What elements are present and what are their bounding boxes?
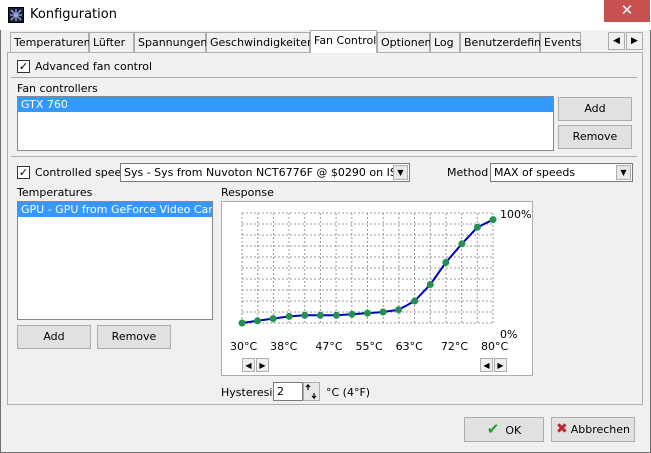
checkmark-icon: ✔ — [486, 420, 500, 438]
chevron-left-icon[interactable]: ◀ — [242, 358, 255, 372]
close-icon: ✖ — [555, 421, 568, 437]
close-button[interactable]: ✕ — [604, 0, 650, 22]
app-icon — [8, 7, 24, 23]
data-point[interactable] — [285, 312, 293, 320]
tab-spannungen[interactable]: Spannungen — [134, 32, 207, 52]
speed-source-select[interactable]: Sys - Sys from Nuvoton NCT6776F @ $0290 … — [120, 163, 410, 182]
data-point[interactable] — [473, 223, 481, 231]
data-point[interactable] — [379, 308, 387, 316]
chevron-right-icon[interactable]: ▶ — [256, 358, 269, 372]
data-point[interactable] — [238, 319, 246, 327]
advanced-fan-control-checkbox[interactable]: ✓ — [17, 60, 30, 73]
data-point[interactable] — [489, 216, 497, 224]
x-tick-label: 63°C — [395, 340, 423, 353]
data-point[interactable] — [316, 311, 324, 319]
advanced-fan-control-label: Advanced fan control — [35, 60, 153, 73]
response-label: Response — [221, 186, 274, 199]
y-max-label: 100% — [500, 208, 532, 221]
temperatures-list[interactable]: GPU - GPU from GeForce Video Card @ — [17, 201, 213, 320]
tab-geschwindigkeiten[interactable]: Geschwindigkeiten — [206, 32, 314, 52]
data-point[interactable] — [348, 310, 356, 318]
tab-lüfter[interactable]: Lüfter — [89, 32, 134, 52]
ok-label: OK — [505, 424, 522, 437]
ok-button[interactable]: ✔ OK — [464, 417, 544, 442]
divider — [11, 77, 637, 78]
hysteresis-unit: °C (4°F) — [326, 386, 371, 399]
add-fan-controller-button[interactable]: Add — [558, 97, 632, 121]
fan-controllers-label: Fan controllers — [17, 82, 98, 95]
x-tick-label: 80°C — [481, 340, 509, 353]
method-value: MAX of speeds — [494, 166, 576, 179]
data-point[interactable] — [269, 315, 277, 323]
tab-temperaturen[interactable]: Temperaturen — [10, 32, 91, 52]
data-point[interactable] — [254, 317, 262, 325]
remove-fan-controller-button[interactable]: Remove — [558, 125, 632, 149]
hysteresis-label: Hysteresis — [221, 386, 279, 399]
response-chart-panel[interactable]: 100% 0% 30°C 38°C 47°C 55°C 63°C 72°C 80°C ◀ ▶… — [221, 201, 533, 376]
tab-scroll-right-button[interactable]: ▶ — [626, 32, 643, 50]
temperatures-label: Temperatures — [17, 186, 93, 199]
list-item[interactable]: GPU - GPU from GeForce Video Card @ — [18, 202, 212, 217]
data-point[interactable] — [395, 306, 403, 314]
chevron-down-icon[interactable]: ▼ — [393, 165, 408, 180]
tab-fan-control[interactable]: Fan Control — [310, 30, 377, 53]
hysteresis-stepper[interactable] — [303, 382, 320, 401]
chevron-down-icon[interactable]: ▼ — [616, 165, 631, 180]
data-point[interactable] — [301, 311, 309, 319]
data-point[interactable] — [426, 281, 434, 289]
chevron-left-icon[interactable]: ◀ — [480, 358, 493, 372]
divider — [11, 156, 637, 157]
controlled-speed-checkbox[interactable]: ✓ — [17, 166, 30, 179]
method-select[interactable]: MAX of speeds — [490, 163, 633, 182]
tab-optionen[interactable]: Optionen — [377, 32, 431, 52]
method-label: Method — [447, 166, 489, 179]
chevron-right-icon[interactable]: ▶ — [494, 358, 507, 372]
x-tick-label: 38°C — [270, 340, 298, 353]
x-tick-label: 55°C — [355, 340, 383, 353]
cancel-button[interactable]: ✖ Abbrechen — [551, 417, 635, 442]
speed-source-value: Sys - Sys from Nuvoton NCT6776F @ $0290 … — [124, 166, 405, 179]
add-temperature-button[interactable]: Add — [17, 325, 91, 349]
data-point[interactable] — [332, 311, 340, 319]
data-point[interactable] — [364, 309, 372, 317]
tab-scroll-left-button[interactable]: ◀ — [608, 32, 625, 50]
x-tick-label: 47°C — [315, 340, 343, 353]
hysteresis-input[interactable]: 2 — [273, 382, 303, 401]
tab-events[interactable]: Events — [540, 32, 581, 52]
data-point[interactable] — [411, 297, 419, 305]
tab-log[interactable]: Log — [430, 32, 460, 52]
remove-temperature-button[interactable]: Remove — [97, 325, 171, 349]
cancel-label: Abbrechen — [570, 423, 631, 436]
x-tick-label: 30°C — [230, 340, 258, 353]
data-point[interactable] — [442, 258, 450, 266]
x-tick-label: 72°C — [440, 340, 469, 353]
window-title: Konfiguration — [30, 7, 117, 22]
fan-controllers-list[interactable]: GTX 760 — [17, 96, 554, 151]
tab-benutzerdefiniert[interactable]: Benutzerdefiniert — [460, 32, 560, 52]
data-point[interactable] — [458, 240, 466, 248]
list-item[interactable]: GTX 760 — [18, 97, 553, 112]
controlled-speed-label: Controlled speed — [35, 166, 129, 179]
